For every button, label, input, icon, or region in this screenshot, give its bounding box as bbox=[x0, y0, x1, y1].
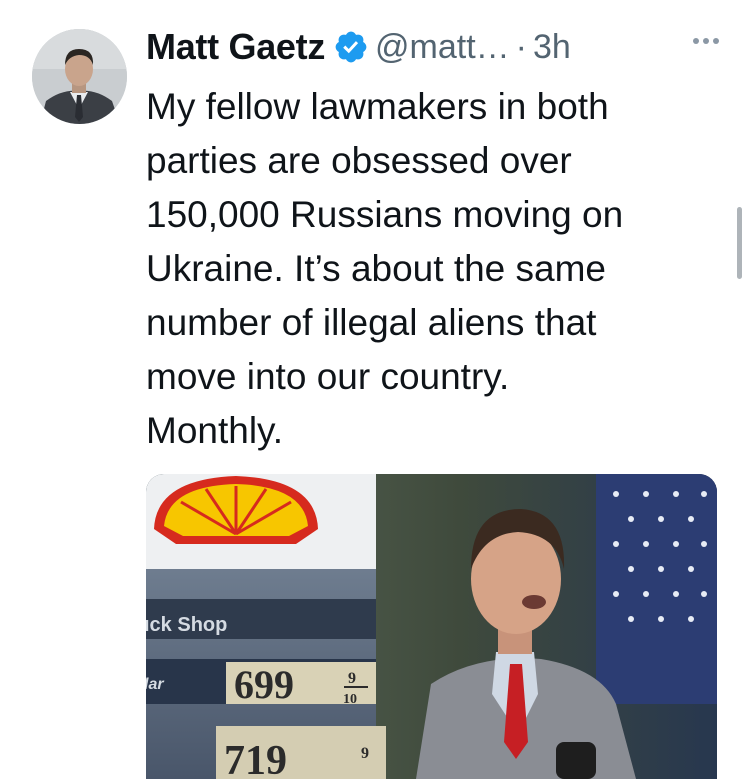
tweet-header: Matt Gaetz @matt… · 3h bbox=[146, 22, 571, 72]
more-dot bbox=[713, 38, 719, 44]
tweet-text: My fellow lawmakers in both parties are … bbox=[146, 86, 624, 451]
price-1-frac-bottom: 10 bbox=[343, 692, 357, 707]
verified-badge-icon bbox=[335, 31, 367, 63]
more-dot bbox=[693, 38, 699, 44]
author-name[interactable]: Matt Gaetz bbox=[146, 26, 325, 68]
sign-text-2: lar bbox=[146, 676, 164, 693]
profile-photo bbox=[32, 29, 127, 124]
scrollbar[interactable] bbox=[737, 207, 742, 279]
price-2: 719 bbox=[224, 738, 287, 779]
avatar[interactable] bbox=[32, 29, 127, 124]
timestamp[interactable]: 3h bbox=[533, 28, 571, 67]
media-photo: ıck Shop lar 699 9 10 719 9 bbox=[146, 474, 717, 779]
price-1: 699 bbox=[234, 662, 294, 707]
tweet-media-image[interactable]: ıck Shop lar 699 9 10 719 9 bbox=[146, 474, 717, 779]
more-options-icon[interactable] bbox=[686, 26, 726, 56]
separator-dot: · bbox=[515, 27, 527, 66]
sign-text-1: ıck Shop bbox=[146, 614, 227, 636]
author-handle[interactable]: @matt… bbox=[375, 28, 510, 67]
price-1-frac-top: 9 bbox=[348, 670, 356, 687]
more-dot bbox=[703, 38, 709, 44]
price-2-frac-top: 9 bbox=[361, 745, 369, 762]
